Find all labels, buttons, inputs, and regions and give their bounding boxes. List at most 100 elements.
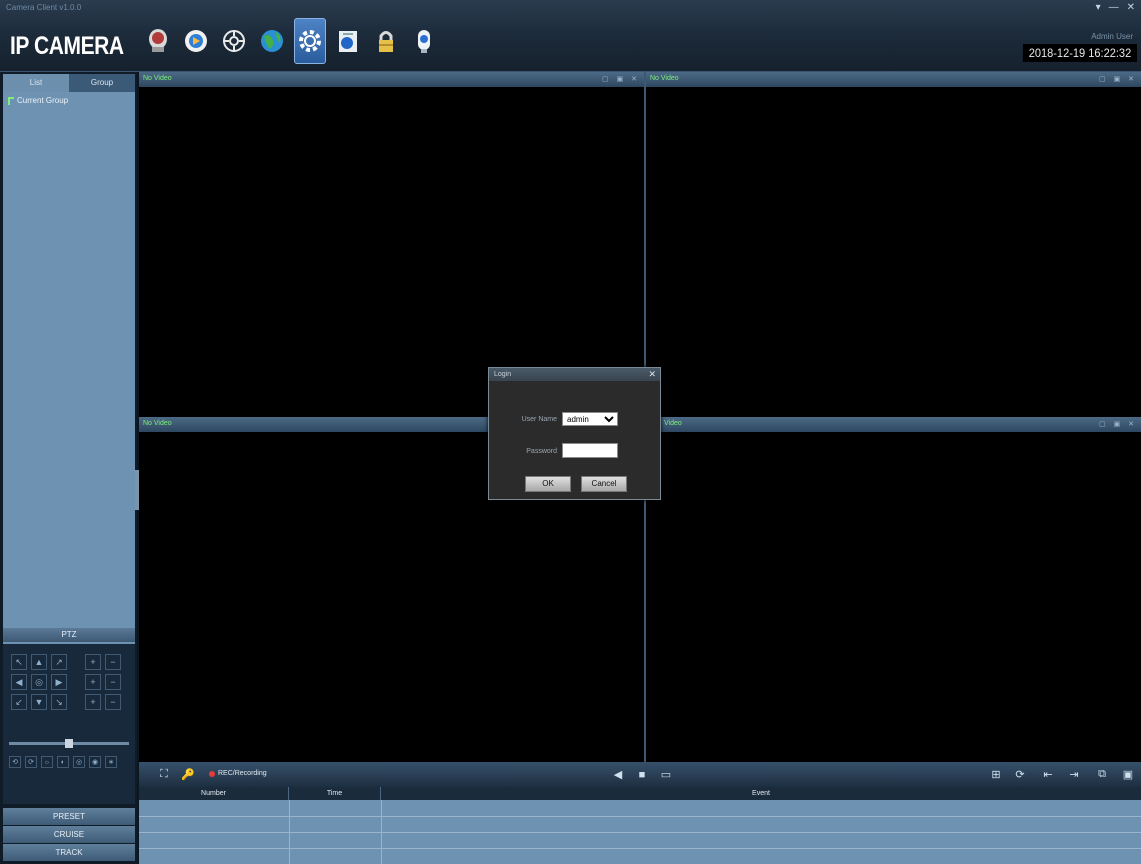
ptz-extra-controls: ⟲ ⟳ ☼ ◐ ◎ ◉ ∗ — [9, 756, 133, 768]
settings-button[interactable] — [294, 18, 326, 64]
app-window: Camera Client v1.0.0 ▾ — ✕ IP CAMERA Adm… — [0, 0, 1141, 864]
ptz-down-right-button[interactable]: ↘ — [51, 694, 67, 710]
video-pane-icons[interactable]: ▢ ▣ ✕ — [1099, 75, 1137, 83]
slider-knob[interactable] — [65, 739, 73, 748]
column-time[interactable]: Time — [289, 787, 381, 800]
ptz-header: PTZ — [3, 628, 135, 642]
ptz-function-buttons: PRESET CRUISE TRACK — [3, 808, 135, 862]
ptz-auto-button[interactable]: ◎ — [31, 674, 47, 690]
prev-button[interactable]: ◀ — [609, 766, 627, 783]
left-panel: List Group Current Group PTZ ↖ ▲ ↗ ◀ ◎ ▶… — [0, 72, 137, 864]
username-select[interactable]: admin — [562, 412, 618, 426]
fullscreen-button[interactable]: ⛶ — [155, 766, 173, 783]
ptz-right-button[interactable]: ▶ — [51, 674, 67, 690]
event-log-header: Number Time Event — [139, 787, 1141, 800]
header: Camera Client v1.0.0 ▾ — ✕ IP CAMERA Adm… — [0, 0, 1141, 72]
page-next-icon: ⇥ — [1069, 769, 1079, 781]
user-icon — [418, 30, 430, 53]
globe-icon — [261, 30, 283, 52]
zoom-out-button[interactable]: − — [105, 654, 121, 670]
video-pane-icons[interactable]: ▢ ▣ ✕ — [602, 75, 640, 83]
password-field[interactable] — [562, 443, 618, 458]
dialog-title: Login — [489, 368, 660, 381]
aux-icon[interactable]: ∗ — [105, 756, 117, 768]
video-pane-1[interactable]: No Video ▢ ▣ ✕ — [139, 72, 644, 417]
user-info: Admin User — [1091, 32, 1133, 41]
ok-button[interactable]: OK — [525, 476, 571, 492]
ptz-up-left-button[interactable]: ↖ — [11, 654, 27, 670]
device-tree[interactable]: Current Group — [3, 92, 135, 700]
playback-icon — [185, 30, 207, 52]
ptz-direction-pad: ↖ ▲ ↗ ◀ ◎ ▶ ↙ ▼ ↘ — [11, 654, 67, 710]
tree-root-label: Current Group — [17, 96, 69, 105]
brand-logo: IP CAMERA — [10, 32, 124, 60]
user-button[interactable] — [408, 18, 440, 64]
record-dot-icon — [209, 770, 215, 777]
video-pane-titlebar: No Video ▢ ▣ ✕ — [646, 72, 1141, 87]
event-log-table: Number Time Event — [139, 787, 1141, 864]
record-dot-icon[interactable]: ◉ — [89, 756, 101, 768]
log-button[interactable] — [332, 18, 364, 64]
focus-near-button[interactable]: + — [85, 674, 101, 690]
ptz-button[interactable] — [218, 18, 250, 64]
multi-window-button[interactable]: ⧉ — [1093, 766, 1111, 783]
video-pane-2[interactable]: No Video ▢ ▣ ✕ — [646, 72, 1141, 417]
ptz-up-button[interactable]: ▲ — [31, 654, 47, 670]
ptz-rotate-left-icon[interactable]: ⟲ — [9, 756, 21, 768]
refresh-icon: ⟳ — [1015, 769, 1025, 781]
key-icon: 🔑 — [181, 769, 195, 781]
ptz-rotate-right-icon[interactable]: ⟳ — [25, 756, 37, 768]
ptz-left-button[interactable]: ◀ — [11, 674, 27, 690]
minimize-icon[interactable]: — — [1109, 2, 1119, 13]
snapshot-icon: ▭ — [660, 769, 672, 781]
multi-window-icon: ⧉ — [1098, 768, 1106, 780]
iris-close-button[interactable]: − — [105, 694, 121, 710]
tab-group[interactable]: Group — [69, 74, 135, 92]
light-icon[interactable]: ☼ — [41, 756, 53, 768]
single-window-button[interactable]: ▣ — [1119, 766, 1137, 783]
focus-far-button[interactable]: − — [105, 674, 121, 690]
zoom-in-button[interactable]: + — [85, 654, 101, 670]
ptz-down-left-button[interactable]: ↙ — [11, 694, 27, 710]
lock-button[interactable] — [370, 18, 402, 64]
video-pane-titlebar: Video ▢ ▣ ✕ — [646, 417, 1141, 432]
layout-grid-button[interactable]: ⊞ — [987, 766, 1005, 783]
track-button[interactable]: TRACK — [3, 844, 135, 861]
grid-icon: ⊞ — [991, 769, 1001, 781]
playback-button[interactable] — [180, 18, 212, 64]
column-divider — [381, 800, 382, 864]
preset-button[interactable]: PRESET — [3, 808, 135, 825]
ptz-up-right-button[interactable]: ↗ — [51, 654, 67, 670]
log-icon — [339, 31, 357, 52]
app-caption: Camera Client v1.0.0 — [6, 3, 82, 12]
tab-list[interactable]: List — [3, 74, 69, 92]
close-icon[interactable]: ✕ — [1127, 2, 1135, 13]
wiper-icon[interactable]: ◐ — [57, 756, 69, 768]
menu-icon[interactable]: ▾ — [1096, 2, 1101, 13]
record-status: REC/Recording — [209, 770, 267, 777]
video-pane-title: No Video — [650, 75, 679, 82]
network-button[interactable] — [256, 18, 288, 64]
page-next-button[interactable]: ⇥ — [1065, 766, 1083, 783]
stop-button[interactable]: ■ — [633, 766, 651, 783]
fullscreen-icon: ⛶ — [160, 768, 168, 780]
column-event[interactable]: Event — [381, 787, 1141, 800]
key-button[interactable]: 🔑 — [179, 766, 197, 783]
cancel-button[interactable]: Cancel — [581, 476, 627, 492]
video-pane-4[interactable]: Video ▢ ▣ ✕ — [646, 417, 1141, 762]
target-icon[interactable]: ◎ — [73, 756, 85, 768]
page-prev-button[interactable]: ⇤ — [1039, 766, 1057, 783]
ptz-down-button[interactable]: ▼ — [31, 694, 47, 710]
cruise-button[interactable]: CRUISE — [3, 826, 135, 843]
column-number[interactable]: Number — [139, 787, 289, 800]
iris-open-button[interactable]: + — [85, 694, 101, 710]
dialog-close-icon[interactable]: ✕ — [648, 369, 656, 380]
record-button[interactable] — [142, 18, 174, 64]
snapshot-button[interactable]: ▭ — [657, 766, 675, 783]
stop-icon: ■ — [638, 768, 646, 781]
single-window-icon: ▣ — [1122, 769, 1134, 781]
tree-root-item[interactable]: Current Group — [8, 96, 68, 105]
refresh-button[interactable]: ⟳ — [1011, 766, 1029, 783]
video-pane-icons[interactable]: ▢ ▣ ✕ — [1099, 420, 1137, 428]
ptz-speed-slider[interactable] — [9, 739, 129, 748]
